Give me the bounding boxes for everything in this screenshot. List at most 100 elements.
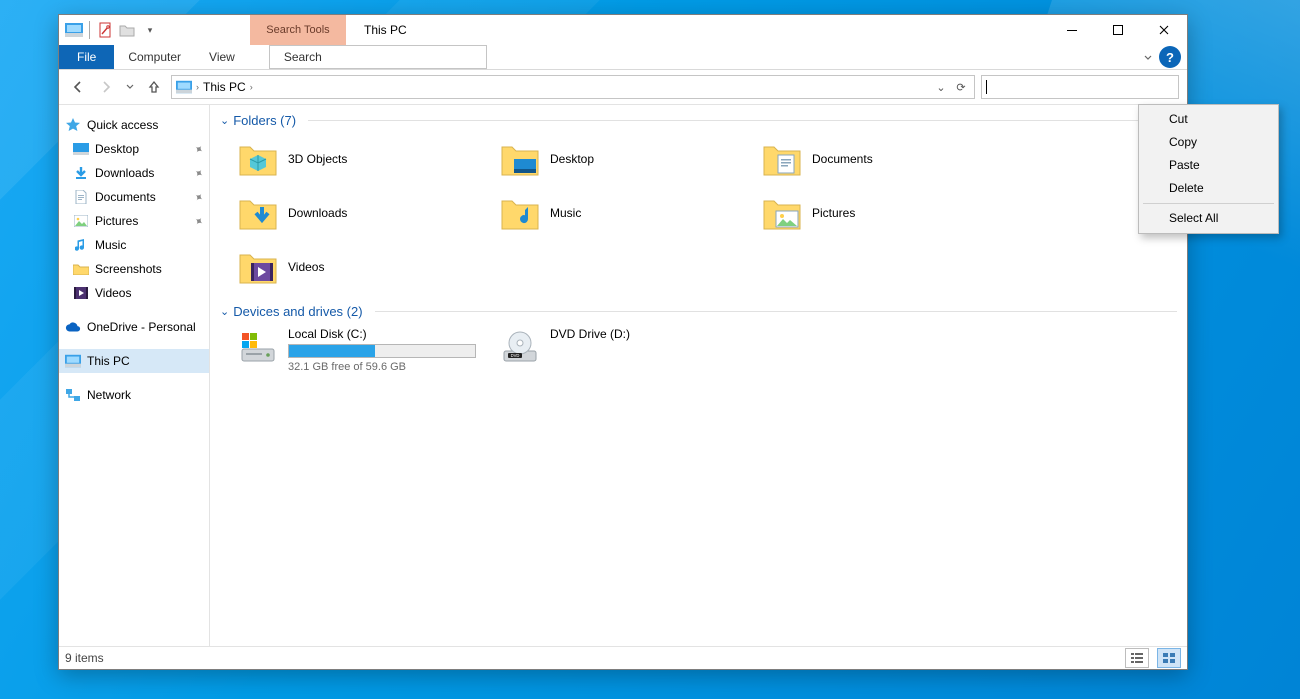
drive-dvd-d[interactable]: DVD DVD Drive (D:) [496,323,758,377]
pin-icon: ✦ [191,189,206,205]
folder-icon [238,139,278,179]
folder-pictures[interactable]: Pictures [758,186,1020,240]
this-pc-icon [65,353,81,369]
folder-icon [500,193,540,233]
context-menu-delete[interactable]: Delete [1141,177,1276,200]
nav-up-button[interactable] [143,76,165,98]
breadcrumb-chevron-icon[interactable]: › [196,82,199,92]
sidebar-item-label: Network [87,388,131,402]
context-menu-separator [1143,203,1274,204]
sidebar-item-downloads[interactable]: Downloads ✦ [59,161,209,185]
search-tools-context-tab[interactable]: Search Tools [250,15,346,45]
section-header-folders[interactable]: ⌄ Folders (7) [210,109,1185,130]
folder-3d-objects[interactable]: 3D Objects [234,132,496,186]
content-pane[interactable]: ⌄ Folders (7) 3D Objects Desktop [210,105,1187,646]
drive-local-disk-c[interactable]: Local Disk (C:) 32.1 GB free of 59.6 GB [234,323,496,377]
sidebar-item-label: Desktop [95,142,139,156]
tab-search[interactable]: Search [269,45,487,69]
sidebar-item-label: Videos [95,286,131,300]
sidebar-item-label: Music [95,238,126,252]
close-button[interactable] [1141,15,1187,45]
desktop-icon [73,141,89,157]
videos-icon [73,285,89,301]
dvd-drive-icon: DVD [500,327,540,367]
sidebar-item-documents[interactable]: Documents ✦ [59,185,209,209]
sidebar-item-label: This PC [87,354,130,368]
hard-drive-icon [238,327,278,367]
sidebar-item-quick-access[interactable]: Quick access [59,113,209,137]
folder-desktop[interactable]: Desktop [496,132,758,186]
folder-label: Videos [288,260,324,274]
qat-separator [89,21,90,39]
nav-back-button[interactable] [67,76,89,98]
sidebar-item-label: Documents [95,190,156,204]
navigation-pane: Quick access Desktop ✦ Downloads ✦ Docum… [59,105,210,646]
maximize-button[interactable] [1095,15,1141,45]
drive-usage-bar [288,344,476,358]
drive-label: Local Disk (C:) [288,327,476,341]
status-bar: 9 items [59,646,1187,669]
folder-icon [238,247,278,287]
sidebar-item-label: Screenshots [95,262,162,276]
address-bar[interactable]: › This PC › ⌄ ⟳ [171,75,975,99]
breadcrumb-root-icon[interactable] [176,80,192,94]
tiles-view-button[interactable] [1157,648,1181,668]
sidebar-item-this-pc[interactable]: This PC [59,349,209,373]
context-menu-select-all[interactable]: Select All [1141,207,1276,230]
address-history-dropdown[interactable]: ⌄ [932,81,950,94]
section-divider [375,311,1177,312]
tab-file[interactable]: File [59,45,114,69]
sidebar-item-videos[interactable]: Videos [59,281,209,305]
ribbon-collapse-button[interactable] [1137,45,1159,69]
text-caret [986,80,987,94]
context-menu-paste[interactable]: Paste [1141,154,1276,177]
context-menu: Cut Copy Paste Delete Select All [1138,104,1279,234]
sidebar-item-pictures[interactable]: Pictures ✦ [59,209,209,233]
new-folder-icon[interactable] [118,21,136,39]
pin-icon: ✦ [191,165,206,181]
breadcrumb-chevron-icon[interactable]: › [250,82,253,92]
title-bar[interactable]: Search Tools This PC [59,15,1187,45]
context-menu-cut[interactable]: Cut [1141,108,1276,131]
folder-music[interactable]: Music [496,186,758,240]
folder-icon [762,193,802,233]
help-button[interactable]: ? [1159,46,1181,68]
tab-computer[interactable]: Computer [114,45,195,69]
nav-forward-button[interactable] [95,76,117,98]
navigation-bar: › This PC › ⌄ ⟳ [59,70,1187,105]
context-menu-copy[interactable]: Copy [1141,131,1276,154]
nav-recent-dropdown[interactable] [123,76,137,98]
qat-dropdown-icon[interactable] [140,21,158,39]
details-view-button[interactable] [1125,648,1149,668]
minimize-button[interactable] [1049,15,1095,45]
folder-label: Desktop [550,152,594,166]
document-icon [73,189,89,205]
sidebar-item-network[interactable]: Network [59,383,209,407]
folder-documents[interactable]: Documents [758,132,1020,186]
refresh-button[interactable]: ⟳ [952,81,970,94]
section-header-drives[interactable]: ⌄ Devices and drives (2) [210,300,1185,321]
sidebar-item-desktop[interactable]: Desktop ✦ [59,137,209,161]
folder-downloads[interactable]: Downloads [234,186,496,240]
file-explorer-window: Search Tools This PC File Computer View … [58,14,1188,670]
folder-videos[interactable]: Videos [234,240,496,294]
section-title: Devices and drives (2) [233,304,362,319]
section-title: Folders (7) [233,113,296,128]
sidebar-item-music[interactable]: Music [59,233,209,257]
sidebar-item-onedrive[interactable]: OneDrive - Personal [59,315,209,339]
folder-icon [238,193,278,233]
window-title: This PC [346,15,1049,45]
chevron-down-icon[interactable]: ⌄ [220,305,229,318]
music-icon [73,237,89,253]
search-input[interactable] [981,75,1179,99]
properties-icon[interactable] [96,21,114,39]
folder-label: 3D Objects [288,152,347,166]
sidebar-item-label: Quick access [87,118,158,132]
breadcrumb-this-pc[interactable]: This PC [203,80,246,94]
tab-view[interactable]: View [195,45,249,69]
chevron-down-icon[interactable]: ⌄ [220,114,229,127]
sidebar-item-label: Downloads [95,166,154,180]
star-icon [65,117,81,133]
sidebar-item-screenshots[interactable]: Screenshots [59,257,209,281]
folder-label: Pictures [812,206,855,220]
